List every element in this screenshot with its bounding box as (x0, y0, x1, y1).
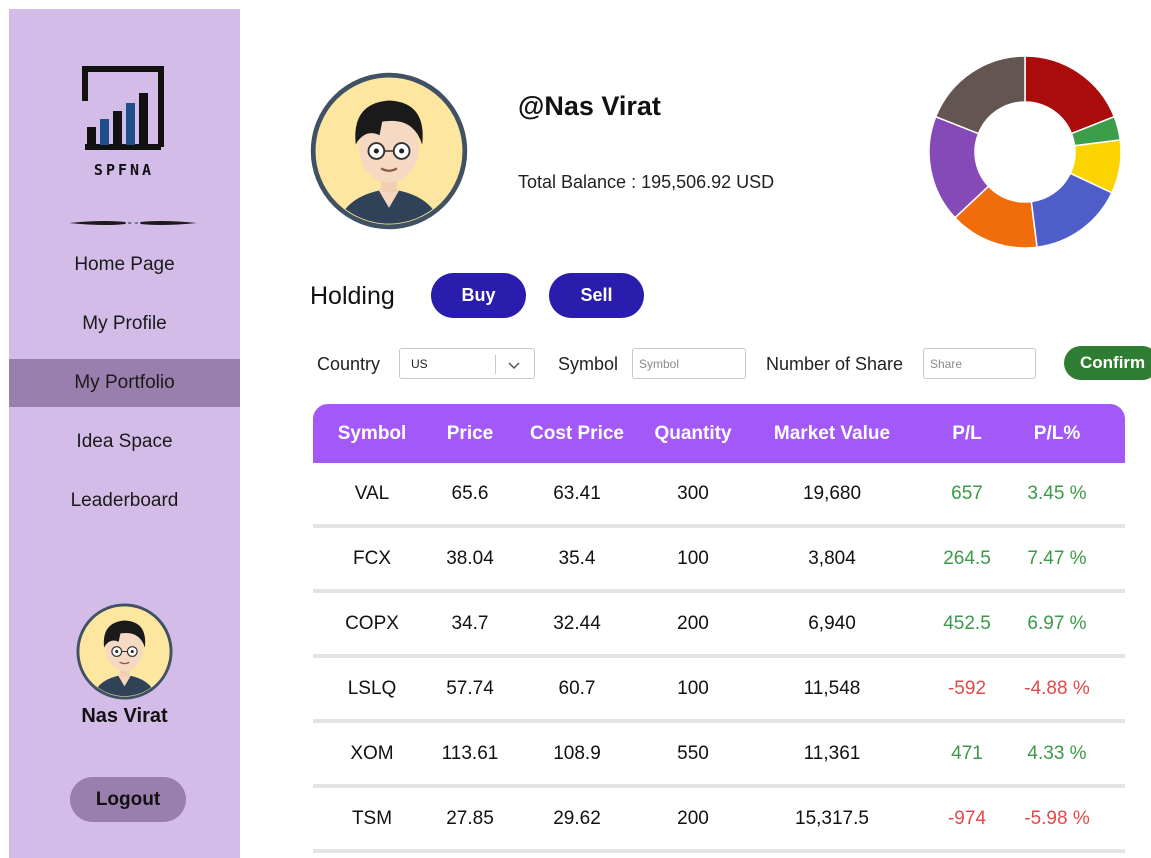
table-row[interactable]: XOM 113.61 108.9 550 11,361 471 4.33 % (313, 723, 1125, 788)
table-row[interactable]: TSM 27.85 29.62 200 15,317.5 -974 -5.98 … (313, 788, 1125, 853)
cell-pl: 264.5 (943, 547, 991, 569)
symbol-input[interactable] (632, 348, 746, 379)
cell-price: 113.61 (441, 742, 499, 764)
cell-cost-price: 32.44 (553, 612, 601, 634)
cell-pl: -974 (947, 807, 987, 829)
chevron-down-icon[interactable] (506, 358, 522, 372)
cell-quantity: 200 (677, 807, 709, 829)
holdings-table: Symbol Price Cost Price Quantity Market … (313, 404, 1125, 853)
country-select[interactable]: US (399, 348, 535, 379)
cell-pl-percent: 7.47 % (1027, 547, 1087, 569)
ornament-divider (69, 221, 197, 225)
cell-symbol: FCX (353, 547, 391, 569)
table-row[interactable]: VAL 65.6 63.41 300 19,680 657 3.45 % (313, 463, 1125, 528)
header-pl: P/L (952, 422, 982, 444)
cell-symbol: XOM (350, 742, 394, 764)
cell-quantity: 100 (677, 677, 709, 699)
logout-button[interactable]: Logout (70, 777, 186, 822)
cell-symbol: TSM (351, 807, 393, 829)
cell-pl-percent: 3.45 % (1027, 482, 1087, 504)
table-row[interactable]: FCX 38.04 35.4 100 3,804 264.5 7.47 % (313, 528, 1125, 593)
cell-cost-price: 60.7 (558, 677, 596, 699)
cell-symbol: LSLQ (347, 677, 397, 699)
share-label: Number of Share (766, 354, 904, 374)
cell-quantity: 550 (677, 742, 709, 764)
cell-market-value: 19,680 (802, 482, 862, 504)
header-market-value: Market Value (773, 422, 891, 444)
nav-item-home-page[interactable]: Home Page (9, 241, 240, 289)
header-quantity: Quantity (654, 422, 732, 444)
cell-price: 65.6 (451, 482, 489, 504)
cell-pl-percent: -5.98 % (1024, 807, 1090, 829)
share-input[interactable] (923, 348, 1036, 379)
cell-market-value: 3,804 (808, 547, 856, 569)
cell-price: 27.85 (446, 807, 494, 829)
header-pl-percent: P/L% (1033, 422, 1081, 444)
cell-pl-percent: -4.88 % (1024, 677, 1090, 699)
symbol-label: Symbol (558, 354, 619, 374)
table-row[interactable]: COPX 34.7 32.44 200 6,940 452.5 6.97 % (313, 593, 1125, 658)
cell-price: 34.7 (451, 612, 489, 634)
select-separator (495, 355, 496, 374)
cell-symbol: VAL (354, 482, 390, 504)
nav-item-my-profile[interactable]: My Profile (9, 300, 240, 348)
cell-cost-price: 63.41 (553, 482, 601, 504)
nav-item-idea-space[interactable]: Idea Space (9, 418, 240, 466)
sidebar-user-name: Nas Virat (81, 705, 168, 727)
cell-quantity: 300 (677, 482, 709, 504)
cell-market-value: 6,940 (808, 612, 856, 634)
sidebar-nav: Home Page My Profile My Portfolio Idea S… (9, 241, 240, 536)
table-body: VAL 65.6 63.41 300 19,680 657 3.45 % FCX… (313, 463, 1125, 853)
spfna-logo-icon[interactable]: SPFNA (81, 65, 167, 185)
sidebar: SPFNA Home Page My Profile My Portfolio … (9, 9, 240, 858)
country-select-value: US (411, 357, 428, 371)
cell-cost-price: 108.9 (553, 742, 601, 764)
cell-quantity: 100 (677, 547, 709, 569)
profile-username: @Nas Virat (518, 91, 661, 121)
nav-item-my-portfolio[interactable]: My Portfolio (9, 359, 240, 407)
nav-item-leaderboard[interactable]: Leaderboard (9, 477, 240, 525)
cell-quantity: 200 (677, 612, 709, 634)
cell-pl: 657 (951, 482, 983, 504)
table-row[interactable]: LSLQ 57.74 60.7 100 11,548 -592 -4.88 % (313, 658, 1125, 723)
user-avatar-icon[interactable] (76, 603, 173, 700)
cell-market-value: 11,548 (803, 677, 861, 699)
header-cost-price: Cost Price (530, 422, 624, 444)
profile-avatar-icon (310, 72, 468, 230)
logo-text: SPFNA (93, 161, 155, 179)
cell-market-value: 15,317.5 (795, 807, 869, 829)
allocation-donut-chart (928, 55, 1122, 249)
cell-pl: 471 (951, 742, 983, 764)
cell-cost-price: 35.4 (558, 547, 596, 569)
table-header: Symbol Price Cost Price Quantity Market … (313, 404, 1125, 463)
cell-price: 57.74 (446, 677, 494, 699)
cell-pl-percent: 4.33 % (1027, 742, 1087, 764)
total-balance: Total Balance : 195,506.92 USD (518, 172, 775, 192)
cell-cost-price: 29.62 (553, 807, 601, 829)
cell-pl-percent: 6.97 % (1027, 612, 1087, 634)
sell-button[interactable]: Sell (549, 273, 644, 318)
cell-market-value: 11,361 (803, 742, 861, 764)
holding-title: Holding (310, 282, 395, 310)
confirm-button[interactable]: Confirm (1064, 346, 1151, 380)
cell-pl: -592 (947, 677, 987, 699)
header-price: Price (446, 422, 494, 444)
buy-button[interactable]: Buy (431, 273, 526, 318)
cell-price: 38.04 (446, 547, 494, 569)
header-symbol: Symbol (337, 422, 407, 444)
cell-pl: 452.5 (943, 612, 991, 634)
cell-symbol: COPX (345, 612, 399, 634)
donut-segment-6 (934, 55, 1026, 135)
country-label: Country (317, 354, 381, 374)
